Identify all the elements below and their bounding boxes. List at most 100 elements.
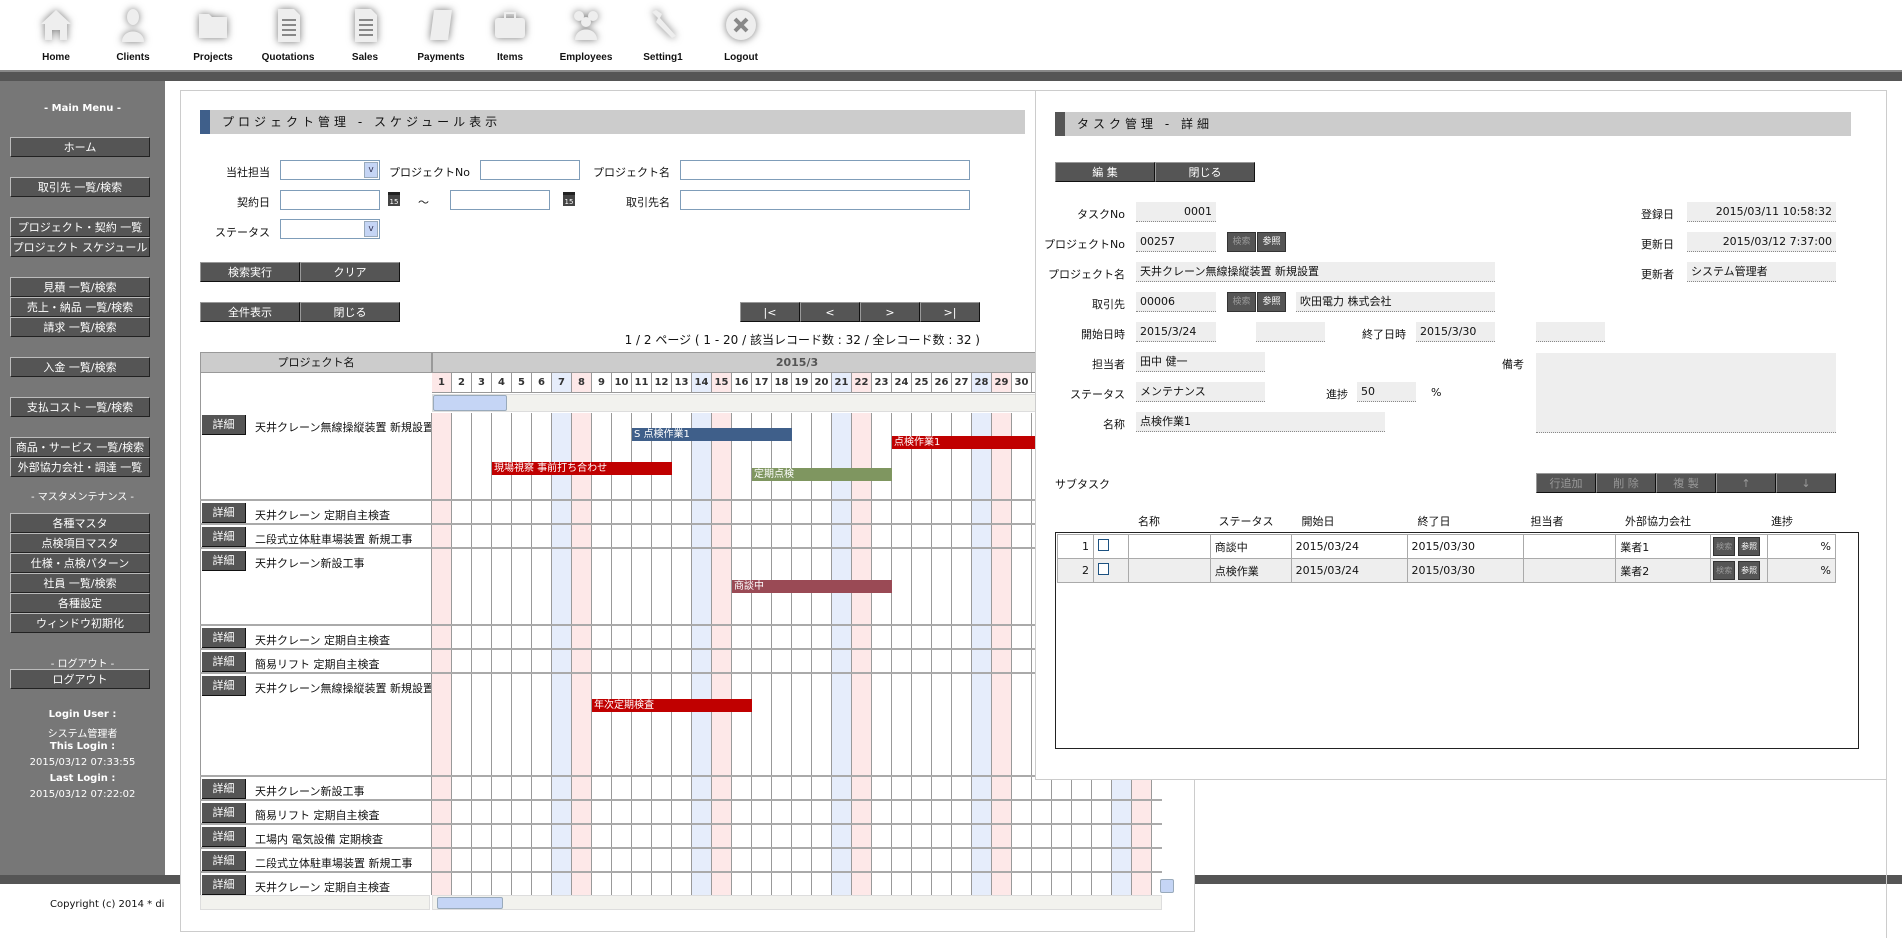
scrollbar-thumb[interactable]: [437, 897, 503, 909]
gantt-day-header: 27: [952, 373, 972, 393]
sidebar-item[interactable]: プロジェクト スケジュール: [10, 237, 150, 257]
sidebar-item[interactable]: 入金 一覧/検索: [10, 357, 150, 377]
detail-button[interactable]: 詳細: [202, 503, 246, 523]
detail-button[interactable]: 詳細: [202, 527, 246, 547]
staff-select[interactable]: v: [280, 160, 380, 180]
contract-date-from-input[interactable]: [280, 190, 380, 210]
gantt-day-header: 23: [872, 373, 892, 393]
nav-logout[interactable]: Logout: [703, 0, 779, 70]
subtask-toolbar-button[interactable]: 行追加: [1536, 473, 1596, 493]
gantt-task-bar[interactable]: 商談中: [732, 580, 892, 593]
detail-button[interactable]: 詳細: [202, 628, 246, 648]
vendor-search-button[interactable]: 検索: [1713, 561, 1736, 580]
vertical-scroll-down-arrow[interactable]: [1160, 879, 1174, 893]
client-ref-button[interactable]: 参照: [1257, 292, 1286, 312]
gantt-task-bar[interactable]: 現場視察 事前打ち合わせ: [492, 462, 672, 475]
project-search-button[interactable]: 検索: [1227, 232, 1256, 252]
nav-sales[interactable]: Sales: [327, 0, 403, 70]
sidebar-master-item[interactable]: 各種設定: [10, 593, 150, 613]
show-all-button[interactable]: 全件表示: [200, 302, 300, 322]
edit-button[interactable]: 編 集: [1055, 162, 1155, 182]
subtask-toolbar-button[interactable]: 削 除: [1596, 473, 1656, 493]
client-search-button[interactable]: 検索: [1227, 292, 1256, 312]
vendor-ref-button[interactable]: 参照: [1738, 561, 1761, 580]
project-name-field: 天井クレーン無線操縦装置 新規設置: [1136, 262, 1495, 282]
sidebar-master-item[interactable]: 仕様・点検パターン: [10, 553, 150, 573]
checkbox[interactable]: [1097, 563, 1109, 575]
nav-clients[interactable]: Clients: [95, 0, 171, 70]
scrollbar-thumb[interactable]: [433, 395, 507, 411]
detail-button[interactable]: 詳細: [202, 803, 246, 823]
detail-button[interactable]: 詳細: [202, 851, 246, 871]
sidebar-item[interactable]: 支払コスト 一覧/検索: [10, 397, 150, 417]
calendar-icon[interactable]: 15: [388, 192, 400, 206]
gantt-task-bar[interactable]: S 点検作業1: [632, 428, 792, 441]
nav-items[interactable]: Items: [472, 0, 548, 70]
gantt-row: 詳細 天井クレーン新設工事: [200, 777, 1162, 801]
sidebar-master-item[interactable]: 各種マスタ: [10, 513, 150, 533]
project-ref-button[interactable]: 参照: [1257, 232, 1286, 252]
project-no-input[interactable]: [480, 160, 580, 180]
nav-projects[interactable]: Projects: [175, 0, 251, 70]
pager-first-button[interactable]: |<: [740, 302, 800, 322]
gantt-task-bar[interactable]: 定期点検: [752, 468, 892, 481]
project-name-input[interactable]: [680, 160, 970, 180]
gantt-day-header: 15: [712, 373, 732, 393]
detail-button[interactable]: 詳細: [202, 676, 246, 696]
note-textarea[interactable]: [1536, 353, 1836, 433]
search-button[interactable]: 検索実行: [200, 262, 300, 282]
detail-button[interactable]: 詳細: [202, 827, 246, 847]
vendor-ref-button[interactable]: 参照: [1738, 537, 1761, 556]
status-select[interactable]: v: [280, 219, 380, 239]
subtask-toolbar-button[interactable]: ↓: [1776, 473, 1836, 493]
sidebar-master-item[interactable]: ウィンドウ初期化: [10, 613, 150, 633]
sidebar-item[interactable]: 取引先 一覧/検索: [10, 177, 150, 197]
nav-payments[interactable]: Payments: [403, 0, 479, 70]
gantt-horizontal-scrollbar[interactable]: [432, 895, 1162, 910]
sidebar-item[interactable]: 商品・サービス 一覧/検索: [10, 437, 150, 457]
gantt-task-bar[interactable]: 点検作業1: [892, 436, 1052, 449]
sidebar-item[interactable]: 外部協力会社・調達 一覧: [10, 457, 150, 477]
sidebar-logout-button[interactable]: ログアウト: [10, 669, 150, 689]
gantt-row-name-cell: 詳細 簡易リフト 定期自主検査: [200, 650, 432, 672]
sidebar-item[interactable]: プロジェクト・契約 一覧: [10, 217, 150, 237]
client-name-input[interactable]: [680, 190, 970, 210]
close-task-button[interactable]: 閉じる: [1155, 162, 1255, 182]
subtask-toolbar-button[interactable]: 複 製: [1656, 473, 1716, 493]
vendor-search-button[interactable]: 検索: [1713, 537, 1736, 556]
detail-button[interactable]: 詳細: [202, 779, 246, 799]
sidebar-master-item[interactable]: 点検項目マスタ: [10, 533, 150, 553]
nav-setting1[interactable]: Setting1: [625, 0, 701, 70]
end-label: 終了日時: [1362, 328, 1406, 341]
nav-employees[interactable]: Employees: [548, 0, 624, 70]
detail-button[interactable]: 詳細: [202, 652, 246, 672]
last-login-label: Last Login :: [49, 773, 116, 784]
sidebar-master-item[interactable]: 社員 一覧/検索: [10, 573, 150, 593]
start-time-field: [1256, 322, 1325, 342]
clear-button[interactable]: クリア: [300, 262, 400, 282]
sidebar-item[interactable]: 売上・納品 一覧/検索: [10, 297, 150, 317]
sidebar-item[interactable]: ホーム: [10, 137, 150, 157]
subtask-toolbar-button[interactable]: ↑: [1716, 473, 1776, 493]
name-column-horizontal-scrollbar[interactable]: [200, 895, 430, 910]
checkbox[interactable]: [1097, 539, 1109, 551]
close-schedule-button[interactable]: 閉じる: [300, 302, 400, 322]
contract-date-to-input[interactable]: [450, 190, 550, 210]
calendar-icon[interactable]: 15: [563, 192, 575, 206]
subtask-column-header: 進捗: [1771, 515, 1793, 528]
nav-home[interactable]: Home: [18, 0, 94, 70]
sidebar-item[interactable]: 請求 一覧/検索: [10, 317, 150, 337]
gantt-task-bar[interactable]: 年次定期検査: [592, 699, 752, 712]
gantt-day-header: 6: [532, 373, 552, 393]
detail-button[interactable]: 詳細: [202, 551, 246, 571]
nav-quotations[interactable]: Quotations: [250, 0, 326, 70]
sidebar-item[interactable]: 見積 一覧/検索: [10, 277, 150, 297]
pager-prev-button[interactable]: <: [800, 302, 860, 322]
pager-last-button[interactable]: >|: [920, 302, 980, 322]
gantt-day-header: 1: [432, 373, 452, 393]
pager-next-button[interactable]: >: [860, 302, 920, 322]
detail-button[interactable]: 詳細: [202, 415, 246, 435]
subtask-cell-btns: 検索 参照: [1710, 534, 1769, 559]
project-no-label: プロジェクトNo: [1044, 238, 1125, 251]
detail-button[interactable]: 詳細: [202, 875, 246, 895]
